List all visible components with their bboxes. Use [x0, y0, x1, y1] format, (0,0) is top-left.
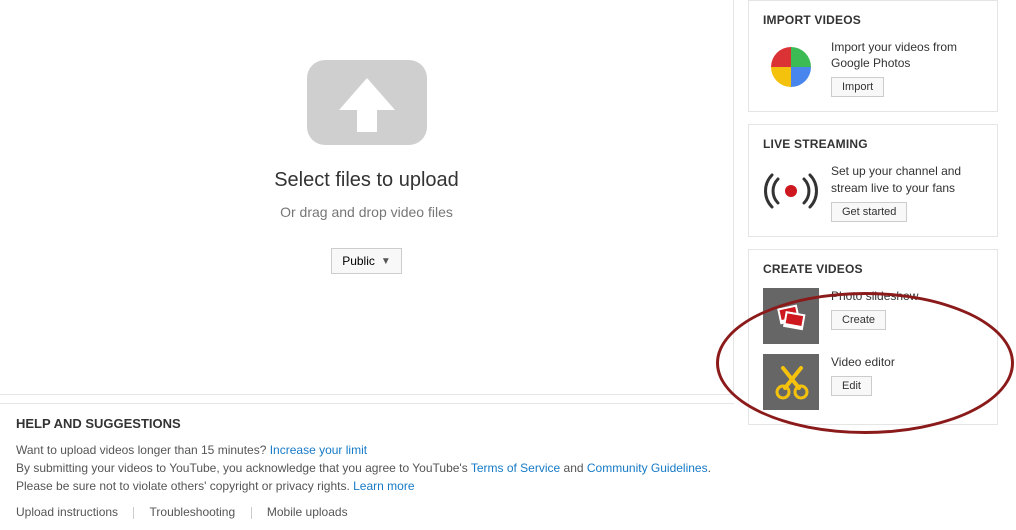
help-line-copyright: Please be sure not to violate others' co…: [16, 477, 718, 495]
create-videos-card: CREATE VIDEOS Photo slideshow Create: [748, 249, 998, 425]
divider: [133, 507, 134, 519]
create-slideshow-button[interactable]: Create: [831, 310, 886, 330]
increase-limit-link[interactable]: Increase your limit: [270, 443, 367, 457]
upload-dropzone[interactable]: Select files to upload Or drag and drop …: [0, 0, 734, 395]
upload-instructions-link[interactable]: Upload instructions: [16, 505, 118, 519]
main-column: Select files to upload Or drag and drop …: [0, 0, 734, 530]
learn-more-link[interactable]: Learn more: [353, 479, 414, 493]
terms-of-service-link[interactable]: Terms of Service: [471, 461, 560, 475]
caret-down-icon: ▼: [381, 256, 391, 267]
photo-slideshow-row: Photo slideshow Create: [763, 288, 983, 344]
privacy-dropdown[interactable]: Public ▼: [331, 248, 402, 274]
import-button[interactable]: Import: [831, 77, 884, 97]
privacy-selected-label: Public: [342, 254, 375, 268]
live-streaming-card: LIVE STREAMING Set up your channel and s…: [748, 124, 998, 236]
help-line-limit: Want to upload videos longer than 15 min…: [16, 441, 718, 459]
help-line-terms: By submitting your videos to YouTube, yo…: [16, 459, 718, 477]
mobile-uploads-link[interactable]: Mobile uploads: [267, 505, 348, 519]
help-heading: HELP AND SUGGESTIONS: [16, 416, 718, 431]
help-suggestions-panel: HELP AND SUGGESTIONS Want to upload vide…: [0, 403, 734, 527]
right-sidebar: IMPORT VIDEOS Import your videos from Go…: [748, 0, 998, 437]
video-editor-icon: [763, 354, 819, 410]
video-editor-row: Video editor Edit: [763, 354, 983, 410]
google-photos-icon: [763, 39, 819, 95]
import-videos-title: IMPORT VIDEOS: [763, 13, 983, 27]
edit-video-button[interactable]: Edit: [831, 376, 872, 396]
community-guidelines-link[interactable]: Community Guidelines: [587, 461, 708, 475]
import-videos-card: IMPORT VIDEOS Import your videos from Go…: [748, 0, 998, 112]
photo-slideshow-label: Photo slideshow: [831, 288, 918, 304]
live-streaming-desc: Set up your channel and stream live to y…: [831, 163, 983, 195]
create-videos-title: CREATE VIDEOS: [763, 262, 983, 276]
live-broadcast-icon: [763, 163, 819, 219]
upload-title: Select files to upload: [0, 169, 733, 192]
live-streaming-title: LIVE STREAMING: [763, 137, 983, 151]
import-videos-desc: Import your videos from Google Photos: [831, 39, 983, 71]
help-footer-links: Upload instructions Troubleshooting Mobi…: [16, 505, 718, 519]
divider: [251, 507, 252, 519]
get-started-button[interactable]: Get started: [831, 202, 907, 222]
upload-subtitle: Or drag and drop video files: [0, 204, 733, 220]
video-editor-label: Video editor: [831, 354, 895, 370]
troubleshooting-link[interactable]: Troubleshooting: [150, 505, 236, 519]
photo-slideshow-icon: [763, 288, 819, 344]
upload-arrow-icon: [307, 60, 427, 145]
